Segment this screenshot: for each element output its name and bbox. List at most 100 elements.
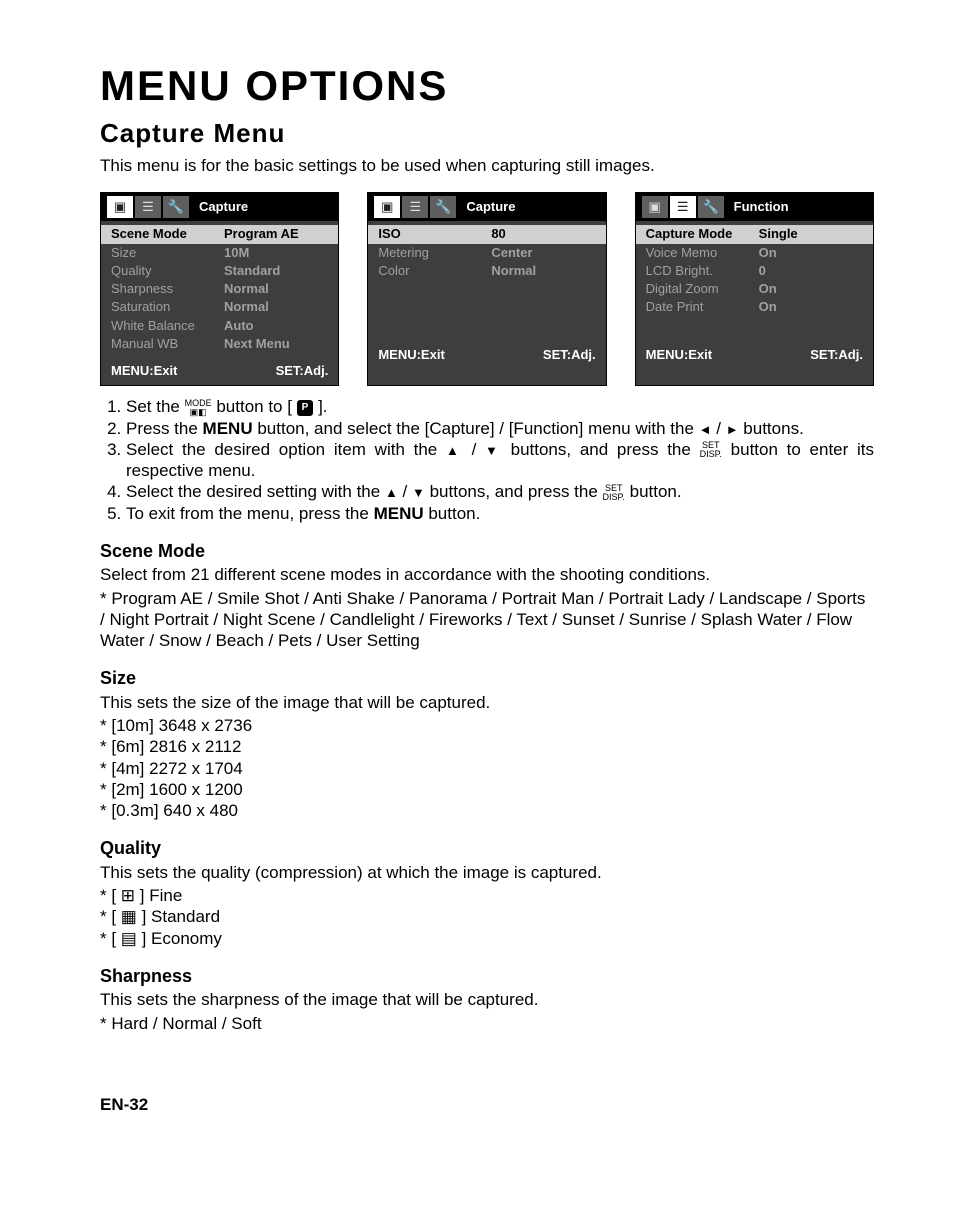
menu-row: Scene Mode Program AE bbox=[101, 225, 338, 243]
menu-row-value: 80 bbox=[491, 226, 595, 242]
menu-row-label: Metering bbox=[378, 245, 491, 261]
menu-row: White Balance Auto bbox=[101, 317, 338, 335]
option-list: * Program AE / Smile Shot / Anti Shake /… bbox=[100, 588, 874, 652]
menu-row: Color Normal bbox=[368, 262, 605, 280]
menu-row-label: Color bbox=[378, 263, 491, 279]
wrench-tab-icon: 🔧 bbox=[698, 196, 724, 218]
camera-tab-icon: ▣ bbox=[642, 196, 668, 218]
screen-title: Function bbox=[734, 199, 867, 215]
step-item: Select the desired option item with the … bbox=[126, 439, 874, 482]
set-disp-icon: SETDISP. bbox=[603, 484, 625, 502]
menu-row-label: Sharpness bbox=[111, 281, 224, 297]
menu-row-label: Manual WB bbox=[111, 336, 224, 352]
footer-right: SET:Adj. bbox=[276, 363, 329, 379]
menu-row-value: Program AE bbox=[224, 226, 328, 242]
menu-row: Size 10M bbox=[101, 244, 338, 262]
menu-row-label: Capture Mode bbox=[646, 226, 759, 242]
set-disp-icon: SETDISP. bbox=[700, 441, 722, 459]
menu-row-value: Next Menu bbox=[224, 336, 328, 352]
step-item: Press the MENU button, and select the [C… bbox=[126, 418, 874, 439]
menu-row: Voice Memo On bbox=[636, 244, 873, 262]
menu-row-value: On bbox=[759, 281, 863, 297]
subsection-desc: This sets the quality (compression) at w… bbox=[100, 862, 874, 883]
p-mode-icon: P bbox=[297, 400, 314, 417]
screen-tabs: ▣ ☰ 🔧 Capture bbox=[368, 193, 605, 221]
mode-switch-icon: MODE▣◧ bbox=[185, 399, 212, 417]
menu-row: ISO 80 bbox=[368, 225, 605, 243]
subsection-heading: Size bbox=[100, 667, 874, 690]
subsection-heading: Quality bbox=[100, 837, 874, 860]
menu-row: Quality Standard bbox=[101, 262, 338, 280]
list-tab-icon: ☰ bbox=[402, 196, 428, 218]
page-number: EN-32 bbox=[100, 1094, 874, 1115]
subsection-heading: Scene Mode bbox=[100, 540, 874, 563]
camera-tab-icon: ▣ bbox=[107, 196, 133, 218]
subsection-heading: Sharpness bbox=[100, 965, 874, 988]
menu-row-value: Single bbox=[759, 226, 863, 242]
menu-row-label: LCD Bright. bbox=[646, 263, 759, 279]
footer-left: MENU:Exit bbox=[378, 347, 444, 363]
step-item: To exit from the menu, press the MENU bu… bbox=[126, 503, 874, 524]
page-title: MENU OPTIONS bbox=[100, 60, 874, 113]
menu-row-label: ISO bbox=[378, 226, 491, 242]
menu-screenshot: ▣ ☰ 🔧 Capture ISO 80 Metering Center Col… bbox=[367, 192, 606, 386]
menu-row: Saturation Normal bbox=[101, 298, 338, 316]
menu-row: Date Print On bbox=[636, 298, 873, 316]
menu-row: Metering Center bbox=[368, 244, 605, 262]
screen-footer: MENU:Exit SET:Adj. bbox=[368, 343, 605, 369]
subsection-desc: This sets the sharpness of the image tha… bbox=[100, 989, 874, 1010]
menu-row-value: Standard bbox=[224, 263, 328, 279]
menu-row: LCD Bright. 0 bbox=[636, 262, 873, 280]
menu-screenshot: ▣ ☰ 🔧 Function Capture Mode Single Voice… bbox=[635, 192, 874, 386]
footer-left: MENU:Exit bbox=[111, 363, 177, 379]
step-item: Select the desired setting with the ▲ / … bbox=[126, 481, 874, 502]
subsection-desc: This sets the size of the image that wil… bbox=[100, 692, 874, 713]
menu-row: Manual WB Next Menu bbox=[101, 335, 338, 353]
menu-row-label: Date Print bbox=[646, 299, 759, 315]
wrench-tab-icon: 🔧 bbox=[430, 196, 456, 218]
menu-row-value: Center bbox=[491, 245, 595, 261]
menu-row-value: On bbox=[759, 299, 863, 315]
option-item: [ ⊞ ] Fine bbox=[100, 885, 874, 906]
menu-row-value: 10M bbox=[224, 245, 328, 261]
screen-tabs: ▣ ☰ 🔧 Function bbox=[636, 193, 873, 221]
option-item: [ ▦ ] Standard bbox=[100, 906, 874, 927]
menu-row-value: Normal bbox=[491, 263, 595, 279]
menu-row-label: Digital Zoom bbox=[646, 281, 759, 297]
instruction-steps: Set the MODE▣◧ button to [ P ].Press the… bbox=[100, 396, 874, 524]
option-item: [2m] 1600 x 1200 bbox=[100, 779, 874, 800]
screen-footer: MENU:Exit SET:Adj. bbox=[636, 343, 873, 369]
footer-right: SET:Adj. bbox=[543, 347, 596, 363]
list-tab-icon: ☰ bbox=[135, 196, 161, 218]
menu-row: Sharpness Normal bbox=[101, 280, 338, 298]
footer-right: SET:Adj. bbox=[810, 347, 863, 363]
option-item: [10m] 3648 x 2736 bbox=[100, 715, 874, 736]
screen-body: ISO 80 Metering Center Color Normal bbox=[368, 221, 605, 343]
menu-row-value: 0 bbox=[759, 263, 863, 279]
menu-row: Capture Mode Single bbox=[636, 225, 873, 243]
option-list: * Hard / Normal / Soft bbox=[100, 1013, 874, 1034]
menu-row-value: Normal bbox=[224, 299, 328, 315]
screen-footer: MENU:Exit SET:Adj. bbox=[101, 359, 338, 385]
subsection-desc: Select from 21 different scene modes in … bbox=[100, 564, 874, 585]
screen-title: Capture bbox=[466, 199, 599, 215]
menu-row-label: Saturation bbox=[111, 299, 224, 315]
screenshot-row: ▣ ☰ 🔧 Capture Scene Mode Program AE Size… bbox=[100, 192, 874, 386]
option-item: [4m] 2272 x 1704 bbox=[100, 758, 874, 779]
menu-row-label: Size bbox=[111, 245, 224, 261]
option-bullets: [ ⊞ ] Fine[ ▦ ] Standard[ ▤ ] Economy bbox=[100, 885, 874, 949]
menu-row-value: Auto bbox=[224, 318, 328, 334]
wrench-tab-icon: 🔧 bbox=[163, 196, 189, 218]
screen-tabs: ▣ ☰ 🔧 Capture bbox=[101, 193, 338, 221]
screen-body: Capture Mode Single Voice Memo On LCD Br… bbox=[636, 221, 873, 343]
menu-row-value: On bbox=[759, 245, 863, 261]
menu-row-value: Normal bbox=[224, 281, 328, 297]
screen-body: Scene Mode Program AE Size 10M Quality S… bbox=[101, 221, 338, 359]
footer-left: MENU:Exit bbox=[646, 347, 712, 363]
option-item: [ ▤ ] Economy bbox=[100, 928, 874, 949]
option-item: [0.3m] 640 x 480 bbox=[100, 800, 874, 821]
camera-tab-icon: ▣ bbox=[374, 196, 400, 218]
menu-row: Digital Zoom On bbox=[636, 280, 873, 298]
menu-row-label: White Balance bbox=[111, 318, 224, 334]
option-item: [6m] 2816 x 2112 bbox=[100, 736, 874, 757]
